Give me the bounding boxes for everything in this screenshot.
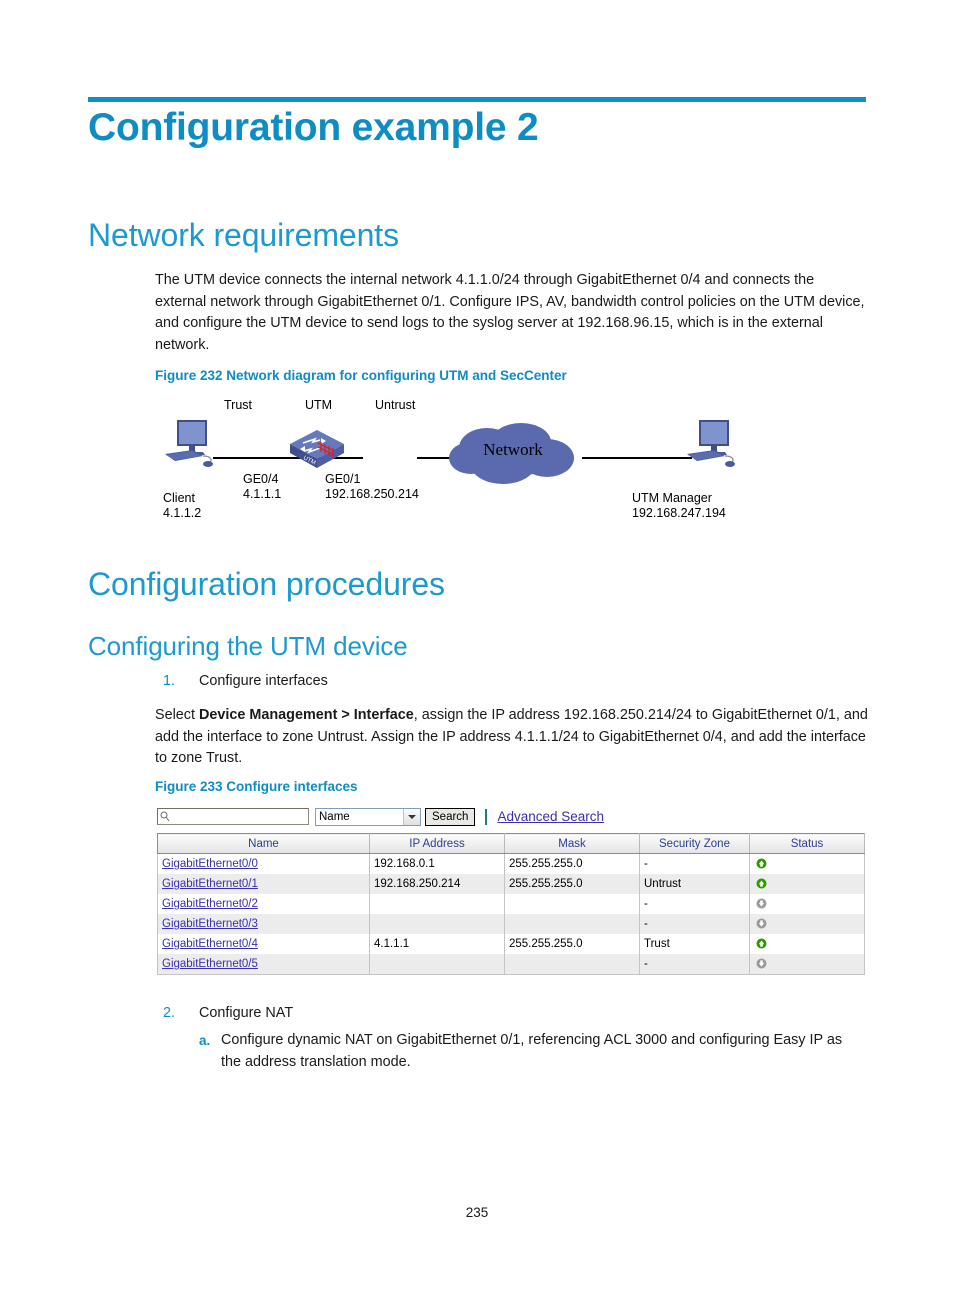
cell-ip-address	[369, 894, 505, 914]
interface-table: Name IP Address Mask Security Zone Statu…	[157, 833, 865, 975]
diagram-label-ge01: GE0/1 192.168.250.214	[325, 472, 419, 501]
diagram-label-utm-manager: UTM Manager 192.168.247.194	[632, 491, 726, 520]
interface-link[interactable]: GigabitEthernet0/2	[162, 898, 258, 910]
figure-233-caption: Figure 233 Configure interfaces	[155, 779, 358, 794]
page-title: Configuration example 2	[88, 106, 539, 149]
cell-status	[749, 853, 865, 874]
cell-ip-address: 192.168.250.214	[369, 874, 505, 894]
table-row: GigabitEthernet0/4 4.1.1.1 255.255.255.0…	[157, 934, 865, 954]
column-header-status[interactable]: Status	[749, 833, 865, 854]
cell-mask	[504, 954, 640, 975]
interface-link[interactable]: GigabitEthernet0/0	[162, 858, 258, 870]
search-icon	[160, 811, 170, 823]
cell-name: GigabitEthernet0/1	[157, 874, 370, 894]
status-up-icon	[756, 878, 767, 889]
column-header-name[interactable]: Name	[157, 833, 370, 854]
status-down-icon	[756, 958, 767, 969]
intro-paragraph: The UTM device connects the internal net…	[155, 272, 865, 353]
search-toolbar: Name Search Advanced Search	[157, 806, 864, 827]
client-computer-icon	[163, 418, 225, 470]
cell-name: GigabitEthernet0/3	[157, 914, 370, 934]
cell-name: GigabitEthernet0/0	[157, 853, 370, 874]
cell-mask: 255.255.255.0	[504, 874, 640, 894]
menu-path-bold: Device Management > Interface	[199, 707, 414, 723]
diagram-label-utm: UTM	[305, 398, 333, 412]
column-header-ip-address[interactable]: IP Address	[369, 833, 505, 854]
table-row: GigabitEthernet0/3 -	[157, 914, 865, 934]
cell-mask	[504, 914, 640, 934]
cell-ip-address	[369, 954, 505, 975]
toolbar-divider	[485, 808, 488, 825]
utm-device-icon: UTM	[287, 428, 347, 472]
step-1-marker: 1.	[163, 673, 176, 689]
cell-ip-address: 4.1.1.1	[369, 934, 505, 954]
cell-security-zone: -	[639, 894, 750, 914]
search-button[interactable]: Search	[425, 807, 476, 826]
cell-mask: 255.255.255.0	[504, 934, 640, 954]
status-down-icon	[756, 898, 767, 909]
table-row: GigabitEthernet0/2 -	[157, 894, 865, 914]
interface-link[interactable]: GigabitEthernet0/3	[162, 918, 258, 930]
interface-list-screenshot: Name Search Advanced Search Name IP Addr…	[157, 806, 865, 975]
cell-name: GigabitEthernet0/5	[157, 954, 370, 975]
title-rule	[88, 97, 866, 102]
diagram-label-client: Client 4.1.1.2	[163, 491, 202, 520]
status-down-icon	[756, 918, 767, 929]
interface-link[interactable]: GigabitEthernet0/1	[162, 878, 258, 890]
advanced-search-link[interactable]: Advanced Search	[497, 809, 604, 824]
status-up-icon	[756, 938, 767, 949]
network-cloud-icon: Network	[443, 418, 583, 490]
step-2-text: Configure NAT	[199, 1005, 294, 1021]
section-heading-network-requirements: Network requirements	[88, 217, 400, 253]
diagram-label-ge04: GE0/4 4.1.1.1	[243, 472, 282, 501]
search-input[interactable]	[157, 808, 309, 825]
table-body: GigabitEthernet0/0 192.168.0.1 255.255.2…	[157, 853, 865, 975]
step-2-marker: 2.	[163, 1005, 176, 1021]
cell-security-zone: -	[639, 954, 750, 975]
diagram-label-untrust: Untrust	[375, 398, 416, 412]
section-heading-configuration-procedures: Configuration procedures	[88, 566, 445, 602]
search-field-selected-value: Name	[319, 810, 350, 823]
diagram-label-trust: Trust	[224, 398, 253, 412]
diagram-link-network-to-manager	[582, 457, 692, 459]
cell-ip-address	[369, 914, 505, 934]
page-number: 235	[465, 1205, 489, 1220]
subsection-heading-configuring-utm-device: Configuring the UTM device	[88, 631, 408, 661]
chevron-down-icon[interactable]	[403, 808, 420, 825]
document-page: Configuration example 2 Network requirem…	[0, 0, 954, 1296]
cell-security-zone: Untrust	[639, 874, 750, 894]
search-field-select[interactable]: Name	[315, 807, 421, 826]
interface-link[interactable]: GigabitEthernet0/5	[162, 958, 258, 970]
table-row: GigabitEthernet0/1 192.168.250.214 255.2…	[157, 874, 865, 894]
cell-status	[749, 954, 865, 975]
column-header-security-zone[interactable]: Security Zone	[639, 833, 750, 854]
column-header-mask[interactable]: Mask	[504, 833, 640, 854]
network-diagram: Trust UTM Untrust UTM Network GE0/4 4.1.…	[155, 390, 870, 530]
status-up-icon	[756, 858, 767, 869]
interface-link[interactable]: GigabitEthernet0/4	[162, 938, 258, 950]
table-row: GigabitEthernet0/5 -	[157, 954, 865, 975]
step-2a-marker: a.	[199, 1033, 211, 1048]
network-cloud-label: Network	[483, 440, 543, 459]
cell-mask	[504, 894, 640, 914]
cell-status	[749, 934, 865, 954]
cell-status	[749, 914, 865, 934]
utm-manager-computer-icon	[685, 418, 747, 470]
figure-232-caption: Figure 232 Network diagram for configuri…	[155, 368, 567, 383]
step-1-text: Configure interfaces	[199, 673, 328, 689]
cell-status	[749, 874, 865, 894]
cell-security-zone: Trust	[639, 934, 750, 954]
cell-ip-address: 192.168.0.1	[369, 853, 505, 874]
table-header-row: Name IP Address Mask Security Zone Statu…	[157, 833, 865, 854]
cell-mask: 255.255.255.0	[504, 853, 640, 874]
cell-security-zone: -	[639, 914, 750, 934]
cell-name: GigabitEthernet0/4	[157, 934, 370, 954]
select-prefix: Select	[155, 707, 199, 723]
cell-security-zone: -	[639, 853, 750, 874]
cell-status	[749, 894, 865, 914]
step-2a-text: Configure dynamic NAT on GigabitEthernet…	[221, 1032, 843, 1070]
select-instruction-paragraph: Select Device Management > Interface, as…	[155, 705, 870, 770]
table-row: GigabitEthernet0/0 192.168.0.1 255.255.2…	[157, 853, 865, 874]
cell-name: GigabitEthernet0/2	[157, 894, 370, 914]
